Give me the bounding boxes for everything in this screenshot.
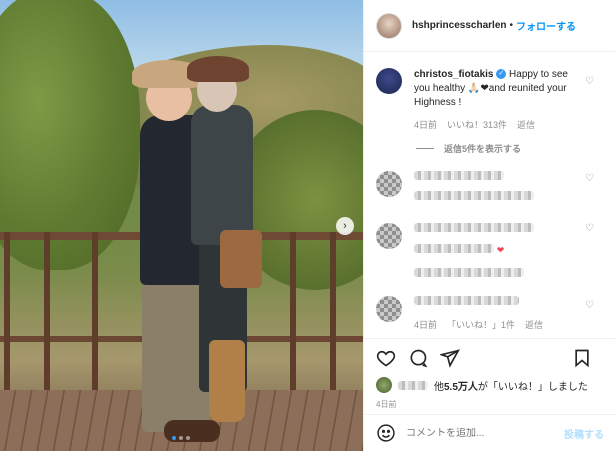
reply-button[interactable]: 返信 bbox=[525, 318, 543, 332]
blurred-row bbox=[414, 191, 579, 205]
comment-likes[interactable]: いいね！313件 bbox=[447, 118, 507, 132]
blurred-text bbox=[414, 296, 519, 305]
blurred-text bbox=[414, 268, 524, 277]
commenter-username[interactable]: christos_fiotakis bbox=[414, 69, 493, 80]
photo-trees bbox=[0, 0, 140, 270]
railing-post bbox=[92, 232, 98, 392]
view-replies-label: 返信5件を表示する bbox=[444, 144, 522, 154]
heart-emoji: ❤ bbox=[496, 245, 505, 255]
blurred-text bbox=[414, 191, 534, 200]
likes-suffix: が「いいね！」しました bbox=[477, 381, 588, 393]
comment-body: christos_fiotakis ✓ Happy to see you hea… bbox=[414, 68, 579, 132]
carousel-dot bbox=[179, 436, 183, 440]
blurred-liker-name bbox=[398, 380, 428, 390]
shoulder-bag bbox=[220, 230, 262, 288]
comment-item: christos_fiotakis ✓ Happy to see you hea… bbox=[364, 58, 615, 132]
post-header: hshprincesscharlen • フォローする bbox=[364, 0, 615, 52]
railing-post bbox=[290, 232, 296, 392]
comment-icon[interactable] bbox=[408, 348, 428, 368]
comment-body: ❤ bbox=[414, 223, 579, 282]
comment-body bbox=[414, 171, 579, 205]
post-date[interactable]: 4日前 bbox=[376, 399, 604, 410]
replies-line bbox=[416, 148, 434, 149]
post-actions: 他5.5万人が「いいね！」しました 4日前 bbox=[364, 338, 615, 410]
commenter-avatar[interactable] bbox=[376, 171, 402, 197]
likes-count[interactable]: 5.5万人 bbox=[444, 382, 478, 393]
commenter-avatar[interactable] bbox=[376, 68, 402, 94]
woman-hat bbox=[187, 56, 249, 82]
comment-like-heart-icon[interactable]: ♡ bbox=[585, 173, 594, 184]
author-avatar[interactable] bbox=[376, 12, 402, 39]
action-icons bbox=[376, 347, 604, 369]
railing-post bbox=[44, 232, 50, 392]
emoji-icon[interactable] bbox=[376, 423, 396, 443]
comment-time: 4日前 bbox=[414, 320, 438, 330]
comment-item: ♡ bbox=[364, 155, 615, 205]
author-username[interactable]: hshprincesscharlen bbox=[412, 20, 506, 31]
post-photo[interactable]: › bbox=[0, 0, 363, 451]
blurred-text bbox=[414, 244, 494, 253]
post-comment-button[interactable]: 投稿する bbox=[564, 426, 604, 441]
commenter-avatar[interactable] bbox=[376, 223, 402, 249]
verified-badge-icon: ✓ bbox=[496, 69, 507, 80]
likes-prefix: 他 bbox=[434, 381, 444, 393]
carousel-dot-active bbox=[172, 436, 176, 440]
blurred-row: ❤ bbox=[414, 243, 579, 258]
railing-post bbox=[330, 232, 336, 392]
comment-item: 4日前 「いいね！」1件 返信 ♡ bbox=[364, 282, 615, 332]
comment-time: 4日前 bbox=[414, 120, 438, 130]
railing-post bbox=[4, 232, 10, 392]
view-replies-button[interactable]: 返信5件を表示する bbox=[416, 142, 615, 155]
likes-summary[interactable]: 他5.5万人が「いいね！」しました bbox=[376, 377, 604, 393]
likes-text: 他5.5万人が「いいね！」しました bbox=[434, 378, 588, 393]
carousel-dots bbox=[172, 436, 190, 440]
comment-body: 4日前 「いいね！」1件 返信 bbox=[414, 296, 579, 332]
bookmark-icon[interactable] bbox=[572, 348, 592, 368]
comment-item: ❤ ♡ bbox=[364, 205, 615, 282]
boot bbox=[209, 340, 245, 422]
follow-button[interactable]: フォローする bbox=[516, 18, 576, 33]
blurred-text bbox=[414, 171, 504, 180]
heart-icon[interactable] bbox=[376, 348, 396, 368]
person-woman bbox=[185, 56, 265, 430]
comment-like-heart-icon[interactable]: ♡ bbox=[585, 223, 594, 234]
commenter-avatar[interactable] bbox=[376, 296, 402, 322]
share-icon[interactable] bbox=[440, 348, 460, 368]
comment-meta: 4日前 「いいね！」1件 返信 bbox=[414, 318, 579, 332]
comment-input[interactable] bbox=[406, 427, 564, 439]
comment-like-heart-icon[interactable]: ♡ bbox=[585, 76, 594, 87]
reply-button[interactable]: 返信 bbox=[517, 118, 535, 132]
comment-likes[interactable]: 「いいね！」1件 bbox=[447, 318, 515, 332]
next-arrow-icon[interactable]: › bbox=[336, 217, 354, 235]
liker-avatar[interactable] bbox=[376, 377, 392, 393]
instagram-post-modal: › hshprincesscharlen • フォローする christos_f… bbox=[0, 0, 615, 451]
comment-like-heart-icon[interactable]: ♡ bbox=[585, 300, 594, 311]
woman-torso bbox=[191, 105, 253, 245]
blurred-row bbox=[414, 268, 579, 282]
blurred-text bbox=[414, 223, 534, 232]
comments-list[interactable]: christos_fiotakis ✓ Happy to see you hea… bbox=[364, 58, 615, 336]
post-sidebar: hshprincesscharlen • フォローする christos_fio… bbox=[363, 0, 615, 451]
add-comment-bar: 投稿する bbox=[364, 414, 615, 451]
header-separator: • bbox=[509, 20, 513, 31]
carousel-dot bbox=[186, 436, 190, 440]
comment-meta: 4日前 いいね！313件 返信 bbox=[414, 118, 579, 132]
